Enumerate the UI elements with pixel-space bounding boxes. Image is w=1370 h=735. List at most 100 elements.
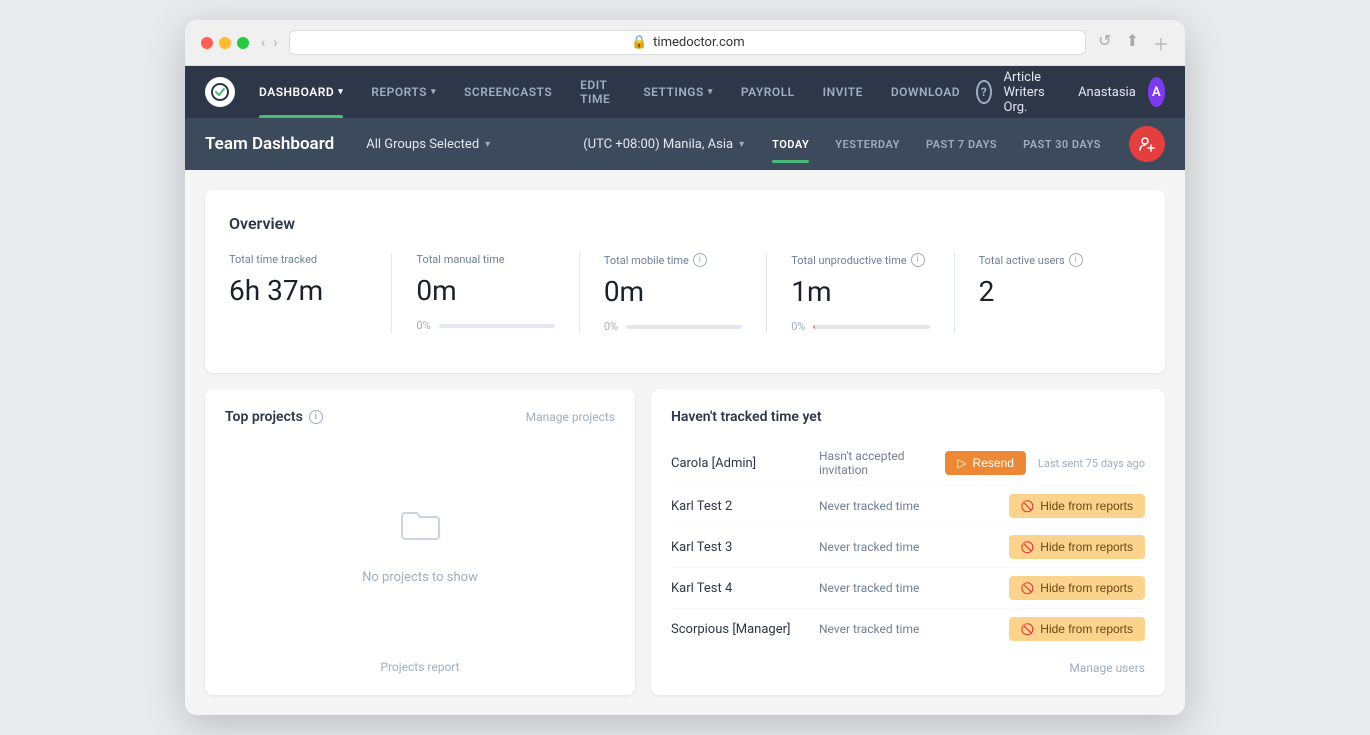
projects-title: Top projects i [225,409,323,425]
stat-pct-unproductive: 0% [791,320,805,333]
hide-from-reports-button[interactable]: 🚫 Hide from reports [1009,494,1145,518]
projects-card: Top projects i Manage projects No projec… [205,389,635,695]
user-status: Never tracked time [819,540,1001,554]
nav-label-edit-time: EDIT TIME [580,78,615,106]
stat-label-active-users: Total active users i [979,253,1117,267]
top-nav: DASHBOARD ▾ REPORTS ▾ SCREENCASTS EDIT T… [185,66,1185,118]
time-btn-today[interactable]: TODAY [760,132,821,157]
projects-empty-text: No projects to show [362,570,478,585]
avatar[interactable]: A [1148,77,1165,107]
user-row: Karl Test 3Never tracked time🚫 Hide from… [671,527,1145,568]
share-icon[interactable]: ⬆ [1126,31,1139,55]
stat-label-manual-time: Total manual time [416,253,554,266]
stat-unproductive-time: Total unproductive time i 1m 0% [791,253,954,333]
nav-item-screencasts[interactable]: SCREENCASTS [452,66,564,118]
info-icon-unproductive[interactable]: i [911,253,925,267]
new-tab-icon[interactable]: ＋ [1153,31,1169,55]
chevron-down-icon: ▾ [431,87,436,97]
folder-icon [396,500,444,558]
overview-card: Overview Total time tracked 6h 37m Total… [205,190,1165,373]
org-name: Article Writers Org. [1004,70,1067,115]
stats-row: Total time tracked 6h 37m Total manual t… [229,253,1141,333]
user-name: Carola [Admin] [671,456,811,471]
lock-icon: 🔒 [631,35,647,50]
stat-value-active-users: 2 [979,275,1117,308]
user-name: Karl Test 2 [671,499,811,514]
user-name: Karl Test 4 [671,581,811,596]
untracked-title: Haven't tracked time yet [671,409,1145,425]
nav-item-download[interactable]: DOWNLOAD [879,66,972,118]
stat-label-total-tracked: Total time tracked [229,253,367,266]
hide-from-reports-button[interactable]: 🚫 Hide from reports [1009,535,1145,559]
projects-card-header: Top projects i Manage projects [225,409,615,425]
eye-slash-icon: 🚫 [1021,582,1035,595]
user-status: Never tracked time [819,581,1001,595]
forward-icon[interactable]: › [273,35,277,51]
stat-value-unproductive: 1m [791,275,929,308]
stat-value-manual-time: 0m [416,274,554,307]
info-icon-mobile[interactable]: i [693,253,707,267]
stat-value-mobile-time: 0m [604,275,742,308]
info-icon-projects[interactable]: i [309,410,323,424]
add-user-button[interactable] [1129,126,1165,162]
nav-label-download: DOWNLOAD [891,85,960,99]
nav-item-reports[interactable]: REPORTS ▾ [359,66,448,118]
user-row: Scorpious [Manager] Never tracked time 🚫 H… [671,609,1145,649]
projects-report-link[interactable]: Projects report [380,660,459,674]
logo-icon [205,77,235,107]
user-name: Scorpious [Manager] [671,622,811,637]
main-content: Overview Total time tracked 6h 37m Total… [185,170,1185,715]
eye-slash-icon: 🚫 [1021,623,1035,636]
nav-item-payroll[interactable]: PAYROLL [729,66,807,118]
stat-bar-mobile-fill [626,325,742,329]
nav-item-edit-time[interactable]: EDIT TIME [568,66,627,118]
stat-bar-unproductive: 0% [791,320,929,333]
chevron-down-icon: ▾ [485,139,490,150]
user-row: Karl Test 2Never tracked time🚫 Hide from… [671,486,1145,527]
close-dot[interactable] [201,37,213,49]
overview-title: Overview [229,214,1141,233]
hide-from-reports-button[interactable]: 🚫 Hide from reports [1009,576,1145,600]
stat-mobile-time: Total mobile time i 0m 0% [604,253,767,333]
nav-label-screencasts: SCREENCASTS [464,85,552,99]
timezone-label: (UTC +08:00) Manila, Asia [583,137,733,152]
chevron-down-icon: ▾ [708,87,713,97]
address-bar[interactable]: 🔒 timedoctor.com [289,30,1086,55]
chevron-down-icon: ▾ [338,87,343,97]
nav-item-settings[interactable]: SETTINGS ▾ [631,66,725,118]
time-btn-yesterday[interactable]: YESTERDAY [823,132,912,157]
help-button[interactable]: ? [976,80,991,104]
user-status: Never tracked time [819,622,1001,636]
info-icon-active-users[interactable]: i [1069,253,1083,267]
stat-total-tracked: Total time tracked 6h 37m [229,253,392,333]
stat-bar-manual-fill [439,324,555,328]
browser-dots [201,37,249,49]
back-icon[interactable]: ‹ [261,35,265,51]
time-btn-past7days[interactable]: PAST 7 DAYS [914,132,1009,157]
refresh-icon[interactable]: ↺ [1098,31,1111,55]
projects-empty-state: No projects to show [225,441,615,644]
maximize-dot[interactable] [237,37,249,49]
manage-users-link[interactable]: Manage users [671,661,1145,675]
browser-chrome: ‹ › 🔒 timedoctor.com ↺ ⬆ ＋ [185,20,1185,66]
group-select[interactable]: All Groups Selected ▾ [358,133,498,156]
nav-item-invite[interactable]: INVITE [811,66,875,118]
nav-logo[interactable] [205,77,235,107]
resend-button[interactable]: ▷ Resend [945,451,1026,475]
timezone-select[interactable]: (UTC +08:00) Manila, Asia ▾ [575,133,752,156]
time-filter: TODAY YESTERDAY PAST 7 DAYS PAST 30 DAYS [760,132,1113,157]
nav-label-payroll: PAYROLL [741,85,795,99]
nav-label-settings: SETTINGS [643,85,704,99]
stat-pct-mobile: 0% [604,320,618,333]
time-btn-past30days[interactable]: PAST 30 DAYS [1011,132,1113,157]
minimize-dot[interactable] [219,37,231,49]
manage-projects-link[interactable]: Manage projects [526,410,615,424]
user-row: Carola [Admin]Hasn't accepted invitation… [671,441,1145,486]
nav-item-dashboard[interactable]: DASHBOARD ▾ [247,66,355,118]
user-rows: Carola [Admin]Hasn't accepted invitation… [671,441,1145,649]
user-name: Anastasia [1078,85,1136,100]
untracked-card: Haven't tracked time yet Carola [Admin]H… [651,389,1165,695]
user-row: Karl Test 4 Never tracked time 🚫 Hide from… [671,568,1145,609]
browser-window: ‹ › 🔒 timedoctor.com ↺ ⬆ ＋ [185,20,1185,715]
hide-from-reports-button[interactable]: 🚫 Hide from reports [1009,617,1145,641]
